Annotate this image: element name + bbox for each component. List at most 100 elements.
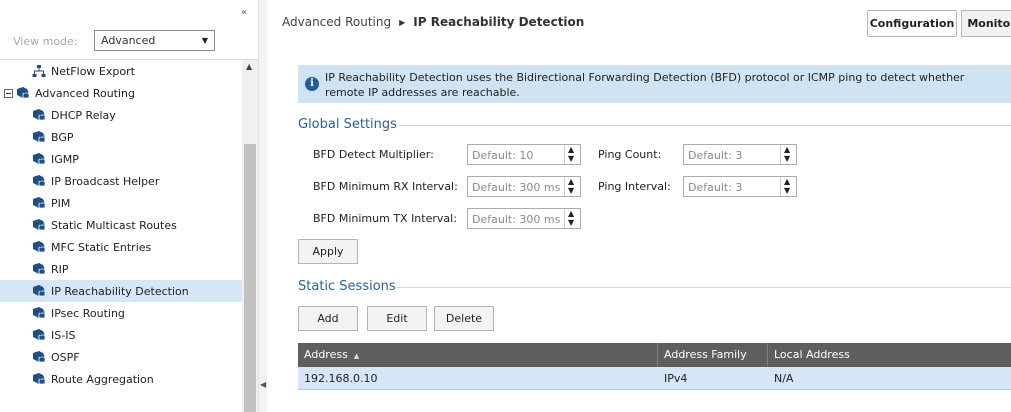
stepper-arrows[interactable]: ▲ ▼ — [780, 177, 796, 196]
routing-lock-icon — [32, 108, 46, 122]
sidebar-item-pim[interactable]: PIM — [0, 192, 242, 214]
stepper-down-icon[interactable]: ▼ — [568, 155, 574, 163]
sidebar-scrollbar[interactable]: ▲ — [242, 60, 258, 412]
stepper-up-icon[interactable]: ▲ — [784, 146, 790, 154]
routing-lock-icon — [32, 350, 46, 364]
chevron-left-icon[interactable]: ◀ — [260, 380, 266, 389]
stepper-down-icon[interactable]: ▼ — [784, 187, 790, 195]
stepper-down-icon[interactable]: ▼ — [568, 219, 574, 227]
sessions-grid-header: Address ▲ Address Family Local Address — [298, 343, 1011, 367]
app-window: « View mode: Advanced ▼ NetFlow Export Ad… — [0, 0, 1011, 412]
sidebar-item-label: IP Reachability Detection — [51, 284, 189, 298]
stepper-arrows[interactable]: ▲ ▼ — [780, 145, 796, 164]
bfd-multiplier-value: Default: 10 — [472, 149, 534, 162]
monitor-button[interactable]: Monitor — [961, 10, 1011, 37]
stepper-up-icon[interactable]: ▲ — [568, 210, 574, 218]
info-icon: i — [305, 77, 319, 91]
collapse-tree-icon[interactable] — [4, 88, 13, 98]
breadcrumb: Advanced Routing ▶ IP Reachability Detec… — [282, 15, 584, 29]
panel-splitter[interactable]: ◀ — [258, 0, 267, 412]
sidebar-item-route-aggregation[interactable]: Route Aggregation — [0, 368, 242, 390]
sidebar-item-label: NetFlow Export — [51, 64, 135, 78]
ping-count-stepper[interactable]: Default: 3 ▲ ▼ — [683, 144, 797, 165]
routing-lock-icon — [32, 196, 46, 210]
navigation-sidebar: « View mode: Advanced ▼ NetFlow Export Ad… — [0, 0, 258, 412]
cell-address-family: IPv4 — [664, 372, 688, 385]
ping-interval-value: Default: 3 — [688, 181, 743, 194]
stepper-up-icon[interactable]: ▲ — [568, 146, 574, 154]
sidebar-item-igmp[interactable]: IGMP — [0, 148, 242, 170]
column-label: Address — [304, 348, 348, 361]
sidebar-item-label: IPsec Routing — [51, 306, 125, 320]
routing-lock-icon — [32, 372, 46, 386]
stepper-arrows[interactable]: ▲ ▼ — [564, 145, 580, 164]
sidebar-item-label: MFC Static Entries — [51, 240, 152, 254]
sidebar-item-static-multicast-routes[interactable]: Static Multicast Routes — [0, 214, 242, 236]
sidebar-item-label: IGMP — [51, 152, 79, 166]
bfd-rx-stepper[interactable]: Default: 300 ms ▲ ▼ — [467, 176, 581, 197]
routing-group-icon — [16, 86, 30, 100]
bfd-tx-stepper[interactable]: Default: 300 ms ▲ ▼ — [467, 208, 581, 229]
routing-lock-icon — [32, 152, 46, 166]
sidebar-item-label: IS-IS — [51, 328, 76, 342]
sidebar-item-dhcp-relay[interactable]: DHCP Relay — [0, 104, 242, 126]
table-row[interactable]: 192.168.0.10 IPv4 N/A — [298, 367, 1011, 390]
ping-interval-label: Ping Interval: — [598, 180, 671, 193]
routing-lock-icon — [32, 262, 46, 276]
sidebar-item-label: IP Broadcast Helper — [51, 174, 160, 188]
column-header-local-address[interactable]: Local Address — [768, 343, 1011, 367]
bfd-tx-value: Default: 300 ms — [472, 213, 561, 226]
cell-local-address: N/A — [774, 372, 794, 385]
configuration-button[interactable]: Configuration — [867, 10, 957, 37]
scrollbar-thumb[interactable] — [244, 144, 256, 412]
cell-address: 192.168.0.10 — [304, 372, 378, 385]
sidebar-item-label: Advanced Routing — [35, 86, 136, 100]
sidebar-item-ip-reachability-detection[interactable]: IP Reachability Detection — [0, 280, 242, 302]
breadcrumb-root[interactable]: Advanced Routing — [282, 15, 391, 29]
breadcrumb-separator-icon: ▶ — [399, 17, 406, 27]
ping-interval-stepper[interactable]: Default: 3 ▲ ▼ — [683, 176, 797, 197]
ping-count-value: Default: 3 — [688, 149, 743, 162]
sidebar-item-label: Static Multicast Routes — [51, 218, 177, 232]
column-header-address-family[interactable]: Address Family — [658, 343, 768, 367]
bfd-tx-label: BFD Minimum TX Interval: — [313, 212, 457, 225]
collapse-sidebar-icon[interactable]: « — [241, 7, 247, 18]
netflow-icon — [32, 64, 46, 78]
sidebar-item-label: BGP — [51, 130, 74, 144]
ping-count-label: Ping Count: — [598, 148, 662, 161]
bfd-multiplier-stepper[interactable]: Default: 10 ▲ ▼ — [467, 144, 581, 165]
sidebar-item-label: PIM — [51, 196, 71, 210]
sidebar-item-mfc-static-entries[interactable]: MFC Static Entries — [0, 236, 242, 258]
section-divider — [399, 125, 1011, 126]
stepper-arrows[interactable]: ▲ ▼ — [564, 177, 580, 196]
stepper-up-icon[interactable]: ▲ — [568, 178, 574, 186]
sidebar-item-ipsec-routing[interactable]: IPsec Routing — [0, 302, 242, 324]
stepper-up-icon[interactable]: ▲ — [784, 178, 790, 186]
sidebar-item-is-is[interactable]: IS-IS — [0, 324, 242, 346]
bfd-rx-label: BFD Minimum RX Interval: — [313, 180, 458, 193]
view-mode-value: Advanced — [101, 34, 156, 47]
sidebar-item-ip-broadcast-helper[interactable]: IP Broadcast Helper — [0, 170, 242, 192]
sidebar-item-label: Route Aggregation — [51, 372, 154, 386]
stepper-down-icon[interactable]: ▼ — [784, 155, 790, 163]
view-mode-select[interactable]: Advanced ▼ — [94, 30, 215, 51]
sidebar-item-netflow-export[interactable]: NetFlow Export — [0, 60, 242, 82]
sort-ascending-icon: ▲ — [353, 352, 360, 360]
sidebar-item-advanced-routing[interactable]: Advanced Routing — [0, 82, 242, 104]
stepper-arrows[interactable]: ▲ ▼ — [564, 209, 580, 228]
sidebar-item-label: OSPF — [51, 350, 80, 364]
routing-lock-icon — [32, 240, 46, 254]
delete-button[interactable]: Delete — [434, 306, 494, 331]
stepper-down-icon[interactable]: ▼ — [568, 187, 574, 195]
sidebar-item-rip[interactable]: RIP — [0, 258, 242, 280]
scroll-up-icon[interactable]: ▲ — [246, 62, 252, 71]
bfd-multiplier-label: BFD Detect Multiplier: — [313, 148, 434, 161]
add-button[interactable]: Add — [298, 306, 358, 331]
edit-button[interactable]: Edit — [367, 306, 427, 331]
routing-lock-icon — [32, 174, 46, 188]
column-header-address[interactable]: Address ▲ — [298, 343, 658, 367]
sidebar-item-bgp[interactable]: BGP — [0, 126, 242, 148]
apply-button[interactable]: Apply — [298, 239, 358, 264]
routing-lock-icon — [32, 218, 46, 232]
sidebar-item-ospf[interactable]: OSPF — [0, 346, 242, 368]
